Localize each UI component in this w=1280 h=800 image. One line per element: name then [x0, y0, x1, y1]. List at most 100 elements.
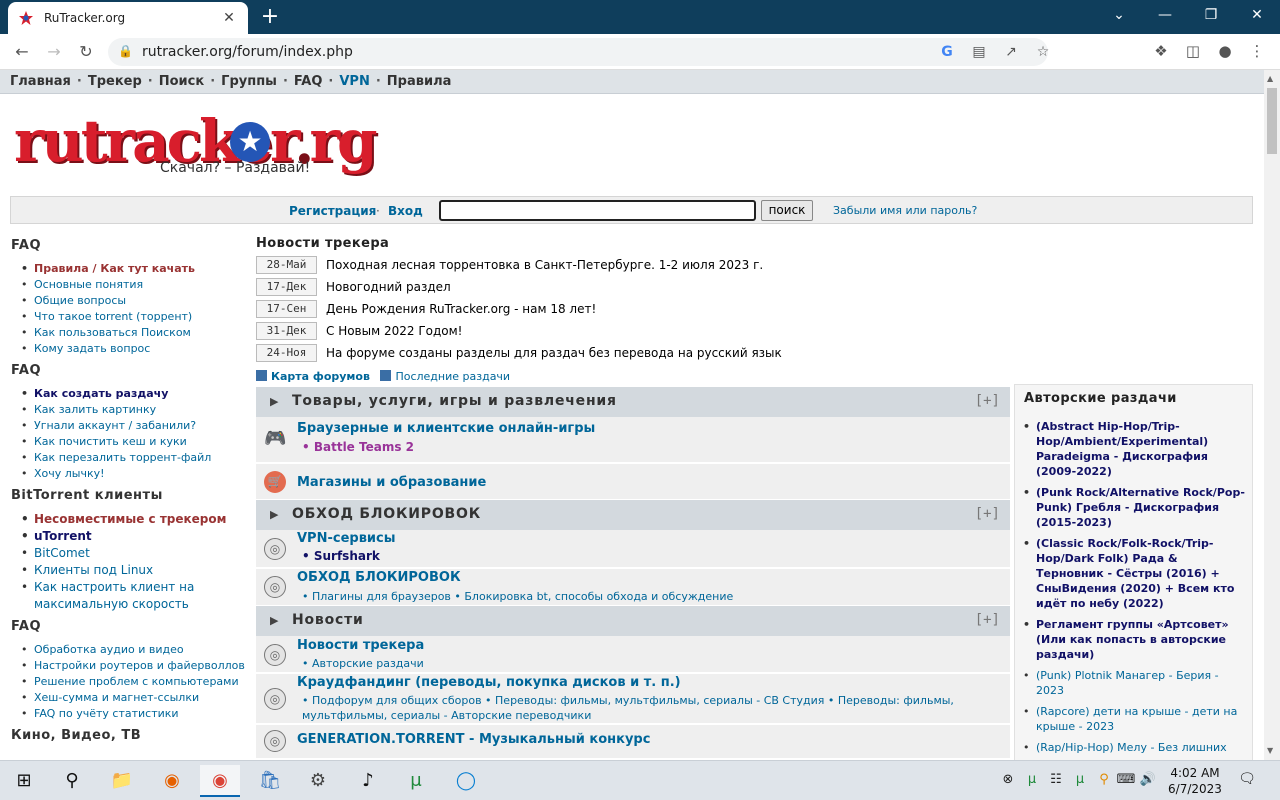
- reload-icon[interactable]: ↻: [74, 40, 98, 64]
- news-link[interactable]: Походная лесная торрентовка в Санкт-Пете…: [326, 258, 763, 272]
- forward-arrow-icon[interactable]: →: [42, 40, 66, 64]
- forum-title[interactable]: Магазины и образование: [297, 475, 486, 490]
- category-header[interactable]: ▶ Товары, услуги, игры и развлечения [+]: [256, 387, 1010, 417]
- forum-title[interactable]: GENERATION.TORRENT - Музыкальный конкурс: [297, 732, 650, 747]
- nav-vpn[interactable]: VPN: [339, 74, 369, 89]
- bookmark-star-icon[interactable]: ☆: [1034, 44, 1052, 60]
- login-search-input[interactable]: [439, 200, 756, 221]
- file-explorer-icon[interactable]: 📁: [102, 765, 142, 797]
- url-text[interactable]: rutracker.org/forum/index.php: [142, 44, 353, 60]
- sidebar-item[interactable]: Общие вопросы: [21, 293, 251, 309]
- forgot-password-link[interactable]: Забыли имя или пароль?: [833, 204, 977, 217]
- nav-search[interactable]: Поиск: [159, 74, 204, 89]
- sidebar-item[interactable]: Как пользоваться Поиском: [21, 325, 251, 341]
- sidebar-item[interactable]: Кому задать вопрос: [21, 341, 251, 357]
- news-item[interactable]: 28-Май Походная лесная торрентовка в Сан…: [256, 256, 763, 274]
- search-tray-icon[interactable]: ⚲: [1094, 772, 1114, 787]
- news-link[interactable]: Новогодний раздел: [326, 280, 451, 294]
- sidebar-item[interactable]: Настройки роутеров и файерволлов: [21, 658, 251, 674]
- keyboard-tray-icon[interactable]: ⌨: [1116, 772, 1136, 787]
- windows-start-icon[interactable]: ⊞: [4, 765, 44, 797]
- minimize-button[interactable]: —: [1142, 0, 1188, 34]
- news-item[interactable]: 17-Дек Новогодний раздел: [256, 278, 676, 296]
- sidebar-item[interactable]: Как залить картинку: [21, 402, 251, 418]
- back-arrow-icon[interactable]: ←: [10, 40, 34, 64]
- restore-button[interactable]: ❐: [1188, 0, 1234, 34]
- sidebar-item[interactable]: Обработка аудио и видео: [21, 642, 251, 658]
- taskbar-clock[interactable]: 4:02 AM 6/7/2023: [1166, 765, 1224, 797]
- subforum-link[interactable]: • Battle Teams 2: [302, 440, 1002, 455]
- subforum-link[interactable]: • Surfshark: [302, 549, 1002, 564]
- utorrent-tray-icon-2[interactable]: μ: [1070, 772, 1090, 787]
- google-lens-icon[interactable]: G: [938, 44, 956, 60]
- news-item[interactable]: 17-Сен День Рождения RuTracker.org - нам…: [256, 300, 676, 318]
- edge-icon[interactable]: ◯: [446, 765, 486, 797]
- browser-tab[interactable]: RuTracker.org ✕: [8, 2, 248, 34]
- sidebar-item[interactable]: Основные понятия: [21, 277, 251, 293]
- sidebar-item[interactable]: Как настроить клиент на максимальную ско…: [21, 579, 251, 613]
- forum-map-link[interactable]: Карта форумов: [271, 370, 370, 383]
- release-link[interactable]: (Punk Rock/Alternative Rock/Pop-Punk) Гр…: [1023, 485, 1249, 530]
- search-icon[interactable]: ⚲: [52, 765, 92, 797]
- tiktok-icon[interactable]: ♪: [348, 765, 388, 797]
- tab-search-chevron-icon[interactable]: ⌄: [1096, 0, 1142, 34]
- utorrent-tray-icon[interactable]: μ: [1022, 772, 1042, 787]
- chrome-icon[interactable]: ◉: [200, 765, 240, 797]
- login-link[interactable]: Вход: [388, 204, 423, 218]
- profile-avatar-icon[interactable]: ●: [1214, 42, 1236, 64]
- forum-title[interactable]: Краудфандинг (переводы, покупка дисков и…: [297, 675, 681, 690]
- lock-icon[interactable]: 🔒: [118, 44, 133, 58]
- page-scrollbar[interactable]: ▲ ▼: [1264, 70, 1280, 760]
- firefox-icon[interactable]: ◉: [152, 765, 192, 797]
- news-link[interactable]: На форуме созданы разделы для раздач без…: [326, 346, 782, 360]
- subforum-links[interactable]: • Плагины для браузеров • Блокировка bt,…: [302, 589, 1002, 604]
- sidebar-item[interactable]: Хочу лычку!: [21, 466, 251, 482]
- nav-rules[interactable]: Правила: [387, 74, 452, 89]
- forum-title[interactable]: ОБХОД БЛОКИРОВОК: [297, 570, 461, 585]
- extensions-puzzle-icon[interactable]: ❖: [1150, 42, 1172, 64]
- side-panel-icon[interactable]: ◫: [1182, 42, 1204, 64]
- sidebar-item[interactable]: Решение проблем с компьютерами: [21, 674, 251, 690]
- release-link[interactable]: Регламент группы «Артсовет» (Или как поп…: [1023, 617, 1249, 662]
- store-icon[interactable]: 🛍: [250, 765, 290, 797]
- sidebar-item[interactable]: Как создать раздачу: [21, 386, 251, 402]
- xbox-tray-icon[interactable]: ⊗: [998, 772, 1018, 787]
- category-title[interactable]: Товары, услуги, игры и развлечения: [292, 393, 617, 409]
- settings-gear-icon[interactable]: ⚙: [298, 765, 338, 797]
- new-tab-button[interactable]: +: [258, 4, 282, 30]
- category-toggle[interactable]: [+]: [975, 506, 1000, 522]
- nav-groups[interactable]: Группы: [221, 74, 277, 89]
- news-item[interactable]: 24-Ноя На форуме созданы разделы для раз…: [256, 344, 782, 362]
- release-link[interactable]: (Punk) Plotnik Манагер - Берия - 2023: [1023, 668, 1249, 698]
- release-link[interactable]: (Abstract Hip-Hop/Trip-Hop/Ambient/Exper…: [1023, 419, 1249, 479]
- category-toggle[interactable]: [+]: [975, 393, 1000, 409]
- scroll-thumb[interactable]: [1267, 88, 1277, 154]
- sidebar-item[interactable]: uTorrent: [21, 528, 251, 545]
- news-item[interactable]: 31-Дек С Новым 2022 Годом!: [256, 322, 676, 340]
- close-window-button[interactable]: ✕: [1234, 0, 1280, 34]
- nav-tracker[interactable]: Трекер: [88, 74, 142, 89]
- news-link[interactable]: С Новым 2022 Годом!: [326, 324, 463, 338]
- forum-title[interactable]: Браузерные и клиентские онлайн-игры: [297, 421, 595, 436]
- utorrent-icon[interactable]: μ: [396, 765, 436, 797]
- sidebar-item[interactable]: Хеш-сумма и магнет-ссылки: [21, 690, 251, 706]
- category-toggle[interactable]: [+]: [975, 612, 1000, 628]
- sidebar-item[interactable]: Что такое torrent (торрент): [21, 309, 251, 325]
- share-icon[interactable]: ↗: [1002, 44, 1020, 60]
- network-tray-icon[interactable]: ☷: [1046, 772, 1066, 787]
- release-link[interactable]: (Rapcore) дети на крыше - дети на крыше …: [1023, 704, 1249, 734]
- category-header[interactable]: ▶ ОБХОД БЛОКИРОВОК [+]: [256, 500, 1010, 530]
- subforum-links[interactable]: • Подфорум для общих сборов • Переводы: …: [302, 693, 1002, 723]
- sidebar-item[interactable]: Несовместимые с трекером: [21, 511, 251, 528]
- sidebar-item[interactable]: FAQ по учёту статистики: [21, 706, 251, 722]
- sidebar-item[interactable]: Как почистить кеш и куки: [21, 434, 251, 450]
- close-tab-icon[interactable]: ✕: [220, 10, 238, 26]
- subforum-link[interactable]: • Авторские раздачи: [302, 656, 1002, 671]
- notifications-icon[interactable]: 🗨: [1236, 771, 1258, 791]
- latest-releases-link[interactable]: Последние раздачи: [395, 370, 510, 383]
- register-link[interactable]: Регистрация: [289, 204, 376, 218]
- category-title[interactable]: ОБХОД БЛОКИРОВОК: [292, 506, 481, 522]
- translate-icon[interactable]: ▤: [970, 44, 988, 60]
- news-link[interactable]: День Рождения RuTracker.org - нам 18 лет…: [326, 302, 596, 316]
- forum-title[interactable]: Новости трекера: [297, 638, 424, 653]
